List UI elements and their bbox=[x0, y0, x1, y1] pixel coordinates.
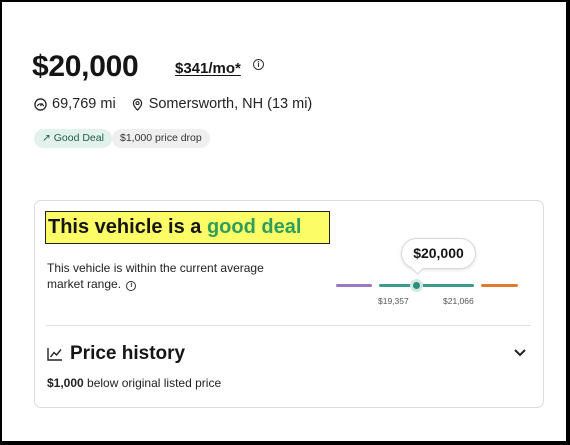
listing-price: $20,000 bbox=[32, 50, 139, 83]
info-icon[interactable]: i bbox=[253, 59, 264, 70]
monthly-payment-link[interactable]: $341/mo* bbox=[175, 60, 241, 77]
listing-meta: 69,769 mi Somersworth, NH (13 mi) bbox=[34, 96, 312, 112]
location: Somersworth, NH (13 mi) bbox=[148, 96, 313, 112]
current-price-bubble: $20,000 bbox=[401, 238, 476, 269]
chevron-down-icon[interactable] bbox=[513, 348, 527, 358]
deal-description: This vehicle is within the current avera… bbox=[47, 260, 297, 292]
deal-rating-highlight: good deal bbox=[206, 216, 302, 238]
odometer-icon bbox=[34, 97, 47, 111]
range-low-label: $19,357 bbox=[378, 296, 409, 306]
price-history-amount: $1,000 bbox=[47, 376, 84, 390]
good-deal-badge-label: Good Deal bbox=[53, 132, 104, 144]
deal-description-text: This vehicle is within the current avera… bbox=[47, 261, 264, 291]
mileage: 69,769 mi bbox=[52, 96, 116, 112]
price-history-detail: below original listed price bbox=[87, 376, 222, 390]
price-position-marker bbox=[410, 279, 423, 292]
arrow-up-right-icon: ↗ bbox=[42, 132, 51, 144]
price-drop-badge: $1,000 price drop bbox=[112, 129, 210, 148]
location-pin-icon bbox=[132, 98, 142, 111]
price-history-summary: $1,000 below original listed price bbox=[47, 376, 221, 390]
range-segment-low bbox=[336, 284, 372, 287]
price-history-title: Price history bbox=[70, 343, 186, 364]
range-high-label: $21,066 bbox=[443, 296, 474, 306]
divider bbox=[46, 325, 531, 326]
deal-title-prefix: This vehicle is a bbox=[48, 216, 207, 238]
good-deal-badge: ↗ Good Deal bbox=[34, 129, 112, 148]
deal-rating-heading: This vehicle is a good deal bbox=[45, 211, 330, 244]
range-segment-average bbox=[379, 284, 474, 287]
info-icon[interactable]: i bbox=[126, 281, 137, 291]
line-chart-icon bbox=[47, 348, 62, 361]
range-segment-high bbox=[481, 284, 518, 287]
